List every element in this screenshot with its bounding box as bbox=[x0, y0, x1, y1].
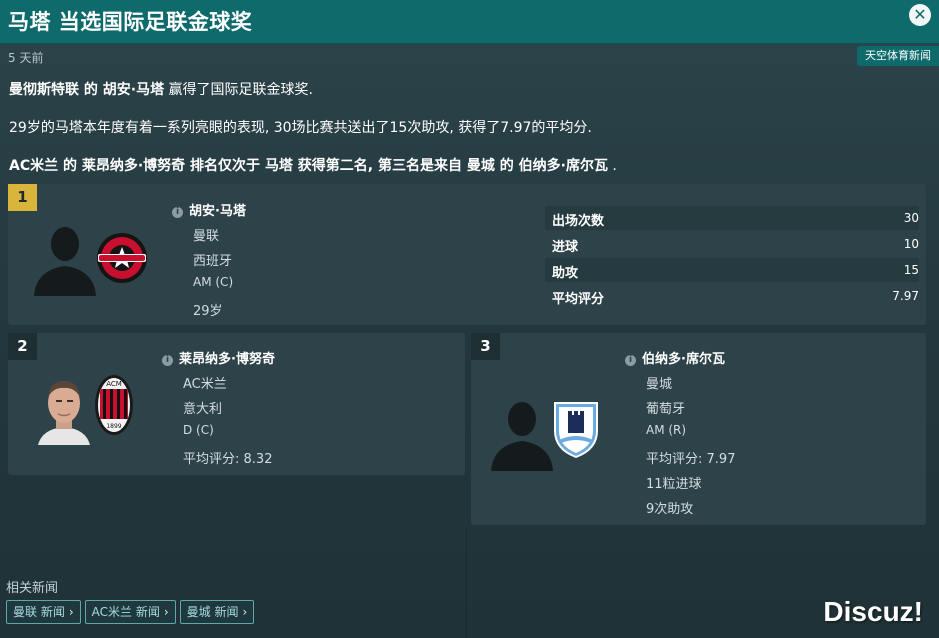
stat-value: 30 bbox=[903, 211, 919, 225]
player-photo bbox=[34, 373, 94, 445]
player-rating: 平均评分: 8.32 bbox=[183, 448, 272, 467]
player-name-text: 莱昂纳多·博努奇 bbox=[179, 352, 275, 367]
winner-card-1: 1 i 胡安·马塔 曼联 西班牙 AM (C) 29岁 出场次数 30 进球 10… bbox=[8, 184, 926, 325]
paragraph-text: . bbox=[607, 158, 617, 174]
player-silhouette-icon bbox=[34, 227, 96, 296]
rank-badge: 3 bbox=[471, 333, 500, 360]
player-nation[interactable]: 西班牙 bbox=[193, 250, 232, 269]
connector-text: 的 bbox=[58, 158, 82, 174]
svg-text:ACM: ACM bbox=[106, 380, 122, 388]
stat-label: 助攻 bbox=[552, 266, 579, 281]
related-news-button[interactable]: 曼城 新闻 › bbox=[179, 600, 255, 624]
time-ago: 5 天前 bbox=[8, 51, 44, 65]
player-club[interactable]: 曼联 bbox=[193, 225, 219, 244]
stat-row: 进球 10 bbox=[545, 232, 919, 256]
player-position: AM (R) bbox=[646, 423, 687, 437]
rating-label: 平均评分 bbox=[183, 452, 236, 467]
club-crest-icon bbox=[554, 402, 598, 459]
player-silhouette-icon bbox=[491, 402, 553, 471]
close-icon[interactable]: ✕ bbox=[909, 4, 931, 26]
divider bbox=[466, 530, 467, 638]
player-goals: 11粒进球 bbox=[646, 477, 702, 492]
player-name-text: 伯纳多·席尔瓦 bbox=[642, 352, 725, 367]
meta-bar: 5 天前 天空体育新闻 bbox=[0, 44, 939, 68]
article-paragraph-3: AC米兰 的 莱昂纳多·博努奇 排名仅次于 马塔 获得第二名, 第三名是来自 曼… bbox=[9, 155, 617, 175]
connector-text: 的 bbox=[79, 82, 103, 98]
player-assists: 9次助攻 bbox=[646, 502, 694, 517]
button-label: 曼城 新闻 bbox=[186, 605, 239, 619]
club-link[interactable]: 曼城 bbox=[467, 158, 495, 174]
source-badge[interactable]: 天空体育新闻 bbox=[857, 46, 939, 66]
info-icon[interactable]: i bbox=[625, 355, 636, 366]
stat-row: 助攻 15 bbox=[545, 258, 919, 282]
stat-value: 10 bbox=[903, 237, 919, 251]
stat-value: 15 bbox=[903, 263, 919, 277]
player-name[interactable]: i 胡安·马塔 bbox=[172, 200, 246, 219]
chevron-right-icon: › bbox=[163, 605, 169, 619]
stat-label: 进球 bbox=[552, 240, 579, 255]
club-crest-icon bbox=[97, 233, 147, 283]
stat-value: 7.97 bbox=[892, 289, 919, 303]
club-crest-icon: ACM 1899 bbox=[95, 375, 133, 435]
stat-label: 平均评分 bbox=[552, 292, 605, 307]
rating-value: : 8.32 bbox=[235, 452, 273, 467]
connector-text: 的 bbox=[494, 158, 519, 174]
related-news-buttons: 曼联 新闻 › AC米兰 新闻 › 曼城 新闻 › bbox=[6, 600, 255, 624]
connector-text: 获得第二名, 第三名是来自 bbox=[292, 158, 467, 174]
article-paragraph-1: 曼彻斯特联 的 胡安·马塔 赢得了国际足联金球奖. bbox=[9, 79, 313, 99]
player-nation[interactable]: 意大利 bbox=[183, 398, 222, 417]
button-label: AC米兰 新闻 bbox=[91, 605, 160, 619]
page-title: 马塔 当选国际足联金球奖 bbox=[8, 10, 253, 34]
player-position: AM (C) bbox=[193, 275, 234, 289]
rank-badge: 1 bbox=[8, 184, 37, 211]
club-link[interactable]: 曼彻斯特联 bbox=[9, 82, 79, 98]
stat-row: 平均评分 7.97 bbox=[545, 284, 919, 308]
article-paragraph-2: 29岁的马塔本年度有着一系列亮眼的表现, 30场比赛共送出了15次助攻, 获得了… bbox=[9, 120, 592, 136]
player-nation[interactable]: 葡萄牙 bbox=[646, 398, 685, 417]
related-news-button[interactable]: AC米兰 新闻 › bbox=[84, 600, 176, 624]
connector-text: 排名仅次于 bbox=[185, 158, 265, 174]
info-icon[interactable]: i bbox=[162, 355, 173, 366]
related-news-label: 相关新闻 bbox=[6, 581, 59, 596]
stat-label: 出场次数 bbox=[552, 214, 605, 229]
player-age: 29岁 bbox=[193, 304, 223, 319]
player-link[interactable]: 马塔 bbox=[265, 158, 293, 174]
winner-card-2: 2 ACM 1899 i 莱昂纳多·博努奇 AC米兰 意大利 D (C) 平均评分… bbox=[8, 333, 465, 475]
player-name[interactable]: i 莱昂纳多·博努奇 bbox=[162, 348, 275, 367]
chevron-right-icon: › bbox=[68, 605, 74, 619]
svg-text:1899: 1899 bbox=[106, 423, 121, 430]
player-link[interactable]: 莱昂纳多·博努奇 bbox=[82, 158, 185, 174]
player-club[interactable]: AC米兰 bbox=[183, 373, 227, 392]
winner-card-3: 3 i 伯纳多·席尔瓦 曼城 葡萄牙 AM (R) 平均评分: 7.97 11粒进… bbox=[471, 333, 926, 525]
player-name-text: 胡安·马塔 bbox=[189, 204, 246, 219]
rank-badge: 2 bbox=[8, 333, 37, 360]
stat-row: 出场次数 30 bbox=[545, 206, 919, 230]
stats-table: 出场次数 30 进球 10 助攻 15 平均评分 7.97 bbox=[545, 206, 919, 310]
chevron-right-icon: › bbox=[242, 605, 248, 619]
info-icon[interactable]: i bbox=[172, 207, 183, 218]
player-club[interactable]: 曼城 bbox=[646, 373, 672, 392]
paragraph-text: 赢得了国际足联金球奖. bbox=[164, 82, 313, 98]
rating-value: : 7.97 bbox=[698, 452, 736, 467]
related-news-button[interactable]: 曼联 新闻 › bbox=[6, 600, 81, 624]
player-position: D (C) bbox=[183, 423, 214, 437]
player-rating: 平均评分: 7.97 bbox=[646, 448, 735, 467]
button-label: 曼联 新闻 bbox=[13, 605, 65, 619]
player-name[interactable]: i 伯纳多·席尔瓦 bbox=[625, 348, 725, 367]
title-bar: 马塔 当选国际足联金球奖 ✕ bbox=[0, 0, 939, 44]
watermark-logo: Discuz! bbox=[823, 596, 923, 627]
player-link[interactable]: 胡安·马塔 bbox=[103, 82, 164, 98]
club-link[interactable]: AC米兰 bbox=[9, 158, 58, 174]
player-link[interactable]: 伯纳多·席尔瓦 bbox=[519, 158, 608, 174]
rating-label: 平均评分 bbox=[646, 452, 699, 467]
